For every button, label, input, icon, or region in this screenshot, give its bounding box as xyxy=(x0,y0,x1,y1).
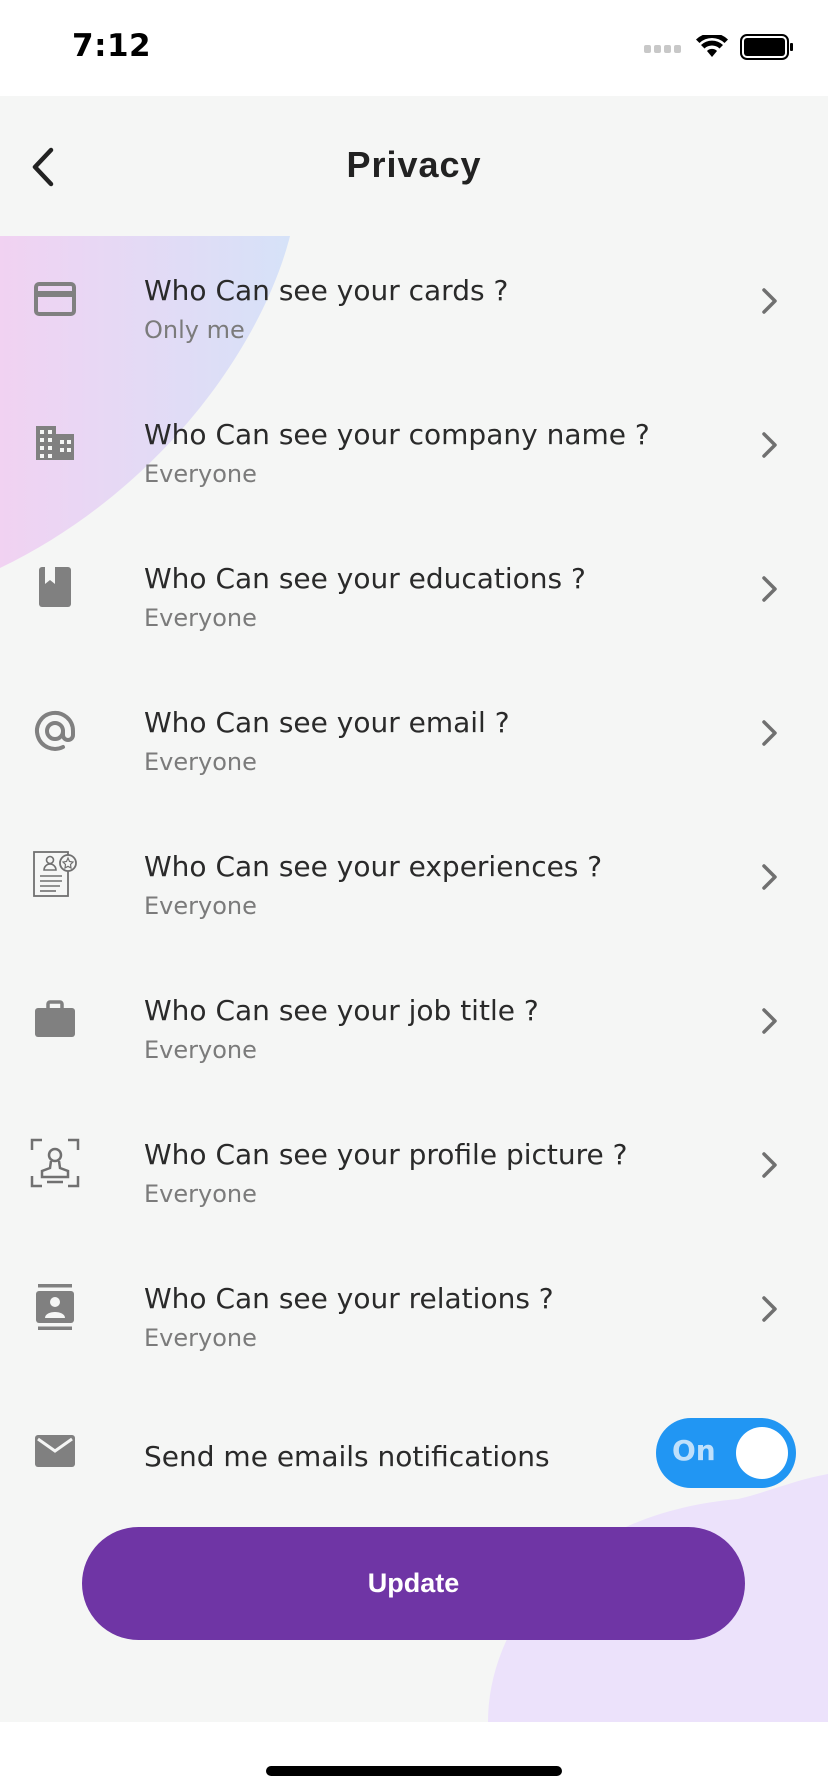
status-icons xyxy=(644,33,794,65)
resume-icon xyxy=(30,850,80,900)
privacy-item-relations[interactable]: Who Can see your relations ? Everyone xyxy=(0,1244,828,1388)
privacy-item-title: Who Can see your relations ? xyxy=(144,1282,554,1315)
status-bar: 7:12 xyxy=(0,0,828,96)
page-title: Privacy xyxy=(346,144,482,185)
privacy-item-educations[interactable]: Who Can see your educations ? Everyone xyxy=(0,524,828,668)
privacy-item-company-name[interactable]: Who Can see your company name ? Everyone xyxy=(0,380,828,524)
privacy-item-value: Everyone xyxy=(144,748,257,776)
briefcase-icon xyxy=(30,994,80,1044)
nav-bar: Privacy xyxy=(0,96,828,236)
email-notifications-label: Send me emails notifications xyxy=(144,1440,550,1473)
chevron-right-icon xyxy=(762,1296,777,1322)
toggle-knob xyxy=(736,1427,788,1479)
privacy-item-title: Who Can see your job title ? xyxy=(144,994,539,1027)
chevron-right-icon xyxy=(762,864,777,890)
wifi-icon xyxy=(696,33,728,64)
envelope-icon xyxy=(30,1426,80,1476)
privacy-item-email[interactable]: Who Can see your email ? Everyone xyxy=(0,668,828,812)
privacy-item-title: Who Can see your cards ? xyxy=(144,274,509,307)
privacy-item-title: Who Can see your educations ? xyxy=(144,562,586,595)
chevron-right-icon xyxy=(762,432,777,458)
toggle-state-text: On xyxy=(672,1434,716,1467)
chevron-right-icon xyxy=(762,720,777,746)
chevron-right-icon xyxy=(762,1152,777,1178)
privacy-item-value: Everyone xyxy=(144,892,257,920)
battery-icon xyxy=(740,34,794,65)
privacy-item-title: Who Can see your email ? xyxy=(144,706,510,739)
profile-picture-icon xyxy=(30,1138,80,1188)
home-indicator xyxy=(266,1766,562,1776)
privacy-item-value: Everyone xyxy=(144,1180,257,1208)
signal-icon xyxy=(644,41,684,59)
privacy-item-experiences[interactable]: Who Can see your experiences ? Everyone xyxy=(0,812,828,956)
privacy-item-title: Who Can see your profile picture ? xyxy=(144,1138,628,1171)
book-icon xyxy=(30,562,80,612)
privacy-item-value: Only me xyxy=(144,316,245,344)
privacy-item-value: Everyone xyxy=(144,1324,257,1352)
privacy-item-value: Everyone xyxy=(144,604,257,632)
card-icon xyxy=(30,274,80,324)
status-time: 7:12 xyxy=(72,28,152,64)
building-icon xyxy=(30,418,80,468)
at-sign-icon xyxy=(30,706,80,756)
privacy-item-profile-picture[interactable]: Who Can see your profile picture ? Every… xyxy=(0,1100,828,1244)
privacy-item-title: Who Can see your experiences ? xyxy=(144,850,603,883)
privacy-settings-list: Who Can see your cards ? Only me Who Can… xyxy=(0,236,828,1518)
privacy-item-value: Everyone xyxy=(144,1036,257,1064)
email-notifications-toggle[interactable]: On xyxy=(656,1418,796,1488)
privacy-item-value: Everyone xyxy=(144,460,257,488)
update-button[interactable]: Update xyxy=(82,1527,745,1640)
chevron-right-icon xyxy=(762,1008,777,1034)
email-notifications-row: Send me emails notifications On xyxy=(0,1388,828,1518)
privacy-item-job-title[interactable]: Who Can see your job title ? Everyone xyxy=(0,956,828,1100)
privacy-item-cards[interactable]: Who Can see your cards ? Only me xyxy=(0,236,828,380)
contact-card-icon xyxy=(30,1282,80,1332)
chevron-right-icon xyxy=(762,576,777,602)
chevron-right-icon xyxy=(762,288,777,314)
privacy-item-title: Who Can see your company name ? xyxy=(144,418,650,451)
privacy-screen: Privacy Who Can see your cards ? Only me xyxy=(0,96,828,1722)
